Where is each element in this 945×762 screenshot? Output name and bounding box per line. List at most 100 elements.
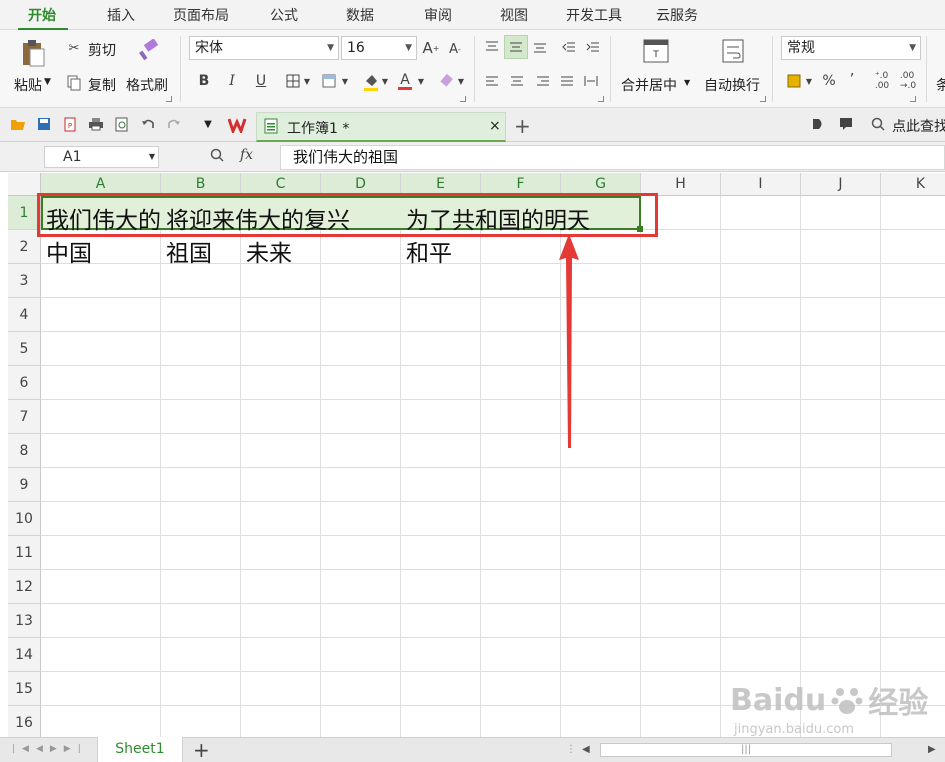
row-header-3[interactable]: 3 — [8, 264, 41, 298]
format-painter-button[interactable]: 格式刷 — [126, 75, 168, 95]
number-format-select[interactable]: 常规 ▼ — [781, 36, 921, 60]
wrap-text-button[interactable]: 自动换行 — [704, 75, 760, 95]
percent-icon[interactable]: % — [821, 72, 837, 90]
cell-A2[interactable]: 中国 — [46, 234, 92, 268]
increase-decimal-icon[interactable]: ⁺.0.00 — [872, 70, 892, 92]
align-bottom-icon[interactable] — [531, 38, 549, 56]
column-header-K[interactable]: K — [881, 173, 945, 196]
row-header-5[interactable]: 5 — [8, 332, 41, 366]
export-pdf-icon[interactable]: P — [62, 116, 78, 132]
increase-font-icon[interactable]: A + — [422, 38, 440, 58]
clear-format-icon[interactable] — [437, 71, 455, 91]
print-preview-icon[interactable] — [114, 116, 130, 132]
row-header-16[interactable]: 16 — [8, 706, 41, 737]
alignment-dialog-launcher[interactable] — [598, 96, 604, 102]
wrap-text-icon[interactable] — [721, 38, 745, 64]
quick-search-button[interactable]: 点此查找 — [892, 116, 945, 136]
tab-home[interactable]: 开始 — [28, 5, 56, 25]
open-folder-icon[interactable] — [10, 116, 26, 132]
copy-button[interactable]: 复制 — [88, 75, 116, 95]
document-tab[interactable]: 工作簿1 * × — [256, 112, 506, 142]
scroll-left-icon[interactable]: ◀ — [582, 744, 590, 755]
print-icon[interactable] — [88, 116, 104, 132]
name-box[interactable]: A1 ▼ — [44, 146, 159, 168]
increase-indent-icon[interactable] — [584, 38, 602, 56]
close-icon[interactable]: × — [489, 118, 501, 134]
cell-E2[interactable]: 和平 — [406, 234, 452, 268]
chevron-down-icon[interactable]: ▼ — [684, 78, 690, 87]
sheet-tab-sheet1[interactable]: Sheet1 — [97, 737, 183, 762]
redo-icon[interactable] — [166, 116, 182, 132]
save-icon[interactable] — [36, 116, 52, 132]
insert-function-button[interactable]: fx — [240, 147, 253, 163]
customize-toolbar-icon[interactable]: ▼ — [200, 116, 216, 132]
undo-icon[interactable] — [140, 116, 156, 132]
column-header-I[interactable]: I — [721, 173, 801, 196]
justify-icon[interactable] — [558, 72, 576, 90]
paste-dropdown-icon[interactable]: ▼ — [44, 77, 51, 87]
row-header-8[interactable]: 8 — [8, 434, 41, 468]
scroll-right-icon[interactable]: ▶ — [928, 744, 936, 755]
row-header-14[interactable]: 14 — [8, 638, 41, 672]
merge-center-icon[interactable]: T — [642, 38, 670, 64]
tab-developer[interactable]: 开发工具 — [566, 5, 622, 25]
row-header-9[interactable]: 9 — [8, 468, 41, 502]
currency-icon[interactable] — [785, 72, 803, 90]
row-header-15[interactable]: 15 — [8, 672, 41, 706]
cell-C2[interactable]: 未来 — [246, 234, 292, 268]
tab-insert[interactable]: 插入 — [107, 5, 135, 25]
tab-review[interactable]: 审阅 — [424, 5, 452, 25]
align-right-icon[interactable] — [534, 72, 552, 90]
cell-B2[interactable]: 祖国 — [166, 234, 212, 268]
chevron-down-icon[interactable]: ▼ — [457, 74, 465, 88]
search-icon[interactable] — [870, 116, 886, 132]
row-header-7[interactable]: 7 — [8, 400, 41, 434]
number-dialog-launcher[interactable] — [910, 96, 916, 102]
zoom-function-icon[interactable] — [210, 148, 226, 168]
tab-data[interactable]: 数据 — [346, 5, 374, 25]
worksheet-grid[interactable]: ABCDEFGHIJK 1 2 3 4 5 6 7 8 9 10 11 12 13 14 15 16 我们伟大… — [8, 173, 945, 737]
distributed-align-icon[interactable] — [582, 72, 600, 90]
wps-logo-icon[interactable] — [228, 116, 250, 134]
fill-color-icon[interactable] — [362, 71, 380, 93]
wrap-dialog-launcher[interactable] — [760, 96, 766, 102]
chevron-down-icon[interactable]: ▼ — [417, 74, 425, 88]
clipboard-dialog-launcher[interactable] — [166, 96, 172, 102]
font-color-icon[interactable]: A — [396, 70, 414, 92]
chevron-down-icon[interactable]: ▼ — [341, 74, 349, 88]
row-header-10[interactable]: 10 — [8, 502, 41, 536]
row-header-12[interactable]: 12 — [8, 570, 41, 604]
italic-icon[interactable]: I — [224, 72, 240, 90]
align-top-icon[interactable] — [483, 38, 501, 56]
merge-center-button[interactable]: 合并居中 — [621, 75, 677, 95]
font-name-select[interactable]: 宋体 ▼ — [189, 36, 339, 60]
decrease-indent-icon[interactable] — [560, 38, 578, 56]
row-header-6[interactable]: 6 — [8, 366, 41, 400]
font-size-select[interactable]: 16 ▼ — [341, 36, 417, 60]
align-middle-icon[interactable] — [504, 35, 528, 59]
tab-formulas[interactable]: 公式 — [270, 5, 298, 25]
new-tab-plus-icon[interactable]: + — [514, 114, 531, 138]
font-dialog-launcher[interactable] — [460, 96, 466, 102]
cut-button[interactable]: 剪切 — [88, 40, 116, 60]
sheet-nav-arrows-icon[interactable]: |◀◀▶▶| — [12, 744, 88, 754]
horizontal-scrollbar-thumb[interactable]: ||| — [600, 743, 892, 757]
row-header-13[interactable]: 13 — [8, 604, 41, 638]
align-center-icon[interactable] — [508, 72, 526, 90]
bold-icon[interactable]: B — [196, 72, 212, 90]
chevron-down-icon[interactable]: ▼ — [805, 74, 813, 88]
paste-icon[interactable] — [18, 38, 48, 68]
align-left-icon[interactable] — [483, 72, 501, 90]
decrease-decimal-icon[interactable]: .00 →.0 — [898, 70, 918, 92]
underline-icon[interactable]: U — [253, 72, 269, 90]
format-painter-icon[interactable] — [136, 38, 162, 62]
thousands-separator-icon[interactable]: ’ — [846, 70, 858, 88]
row-header-11[interactable]: 11 — [8, 536, 41, 570]
tab-view[interactable]: 视图 — [500, 5, 528, 25]
chevron-down-icon[interactable]: ▼ — [149, 147, 155, 167]
chevron-down-icon[interactable]: ▼ — [303, 74, 311, 88]
row-header-4[interactable]: 4 — [8, 298, 41, 332]
add-sheet-plus-icon[interactable]: + — [193, 738, 210, 762]
conditional-format-button-cut[interactable]: 条 — [936, 75, 945, 95]
tab-cloud[interactable]: 云服务 — [656, 5, 698, 25]
